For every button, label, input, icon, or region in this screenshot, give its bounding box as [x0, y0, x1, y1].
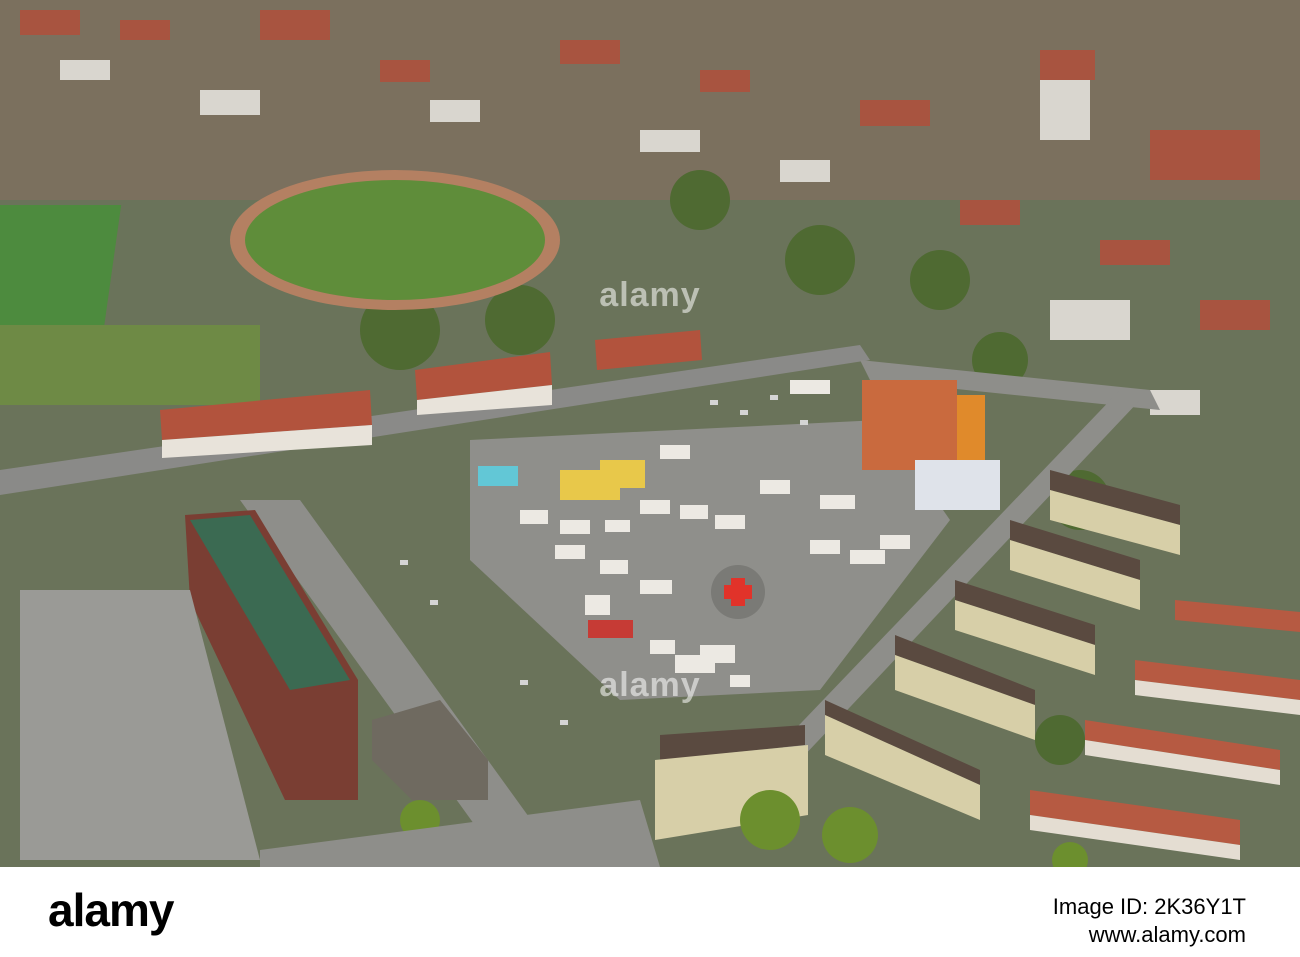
- stock-footer: alamy Image ID: 2K36Y1T www.alamy.com: [0, 867, 1300, 957]
- brand-logo[interactable]: alamy: [48, 883, 174, 937]
- watermark: alamy: [599, 276, 701, 314]
- image-meta: Image ID: 2K36Y1T www.alamy.com: [1053, 893, 1246, 949]
- watermark: alamy: [599, 666, 701, 704]
- site-url[interactable]: www.alamy.com: [1053, 921, 1246, 949]
- stock-photo-frame: alamy alamy alamy Image ID: 2K36Y1T www.…: [0, 0, 1300, 957]
- image-id: Image ID: 2K36Y1T: [1052, 894, 1246, 919]
- aerial-photo: alamy alamy: [0, 0, 1300, 867]
- aerial-scene: [0, 0, 1300, 867]
